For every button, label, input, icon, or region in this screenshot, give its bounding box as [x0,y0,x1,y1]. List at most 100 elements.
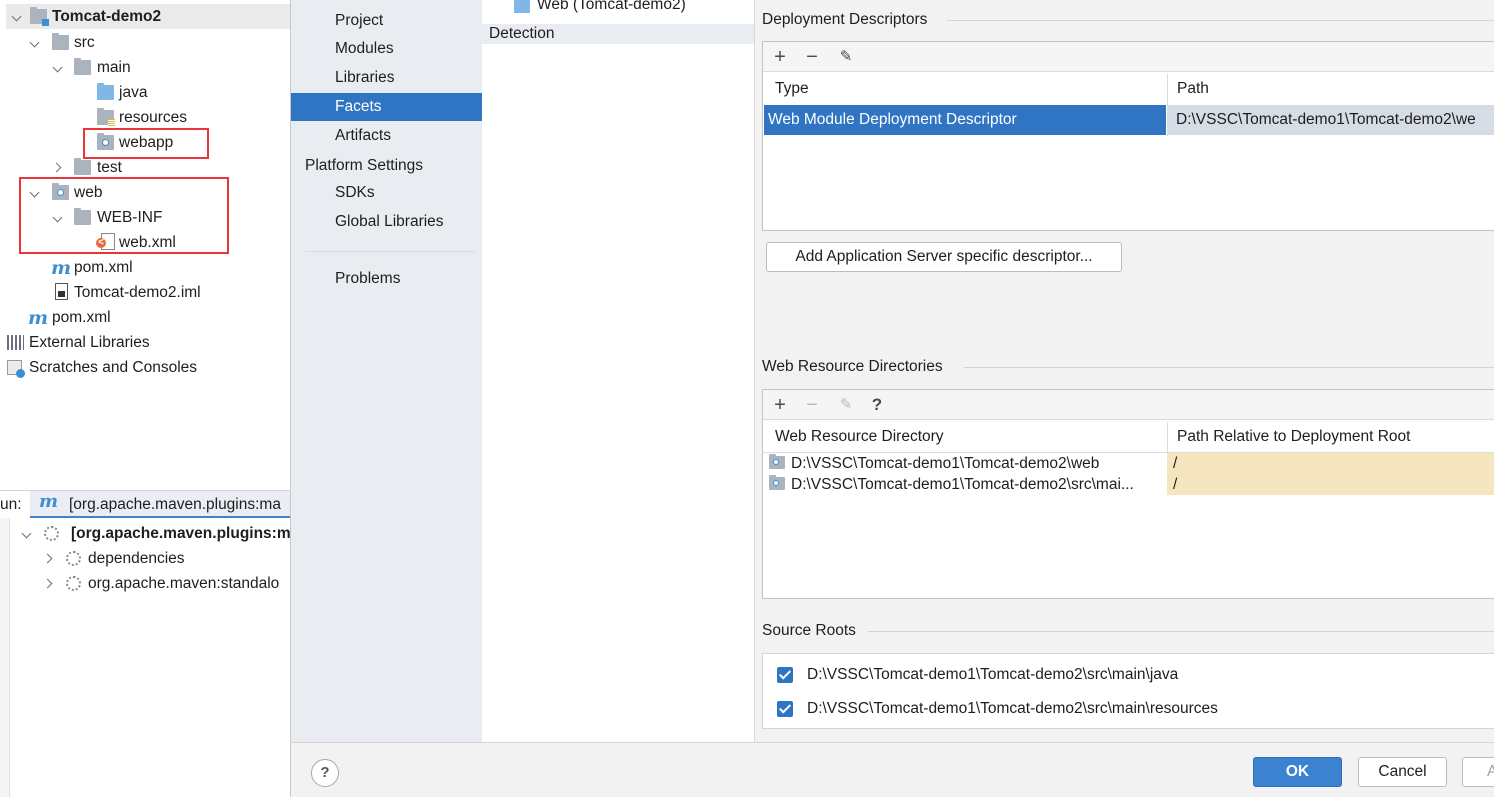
chevron-right-icon[interactable] [42,546,56,571]
tree-item-label: src [74,34,95,51]
sidebar-item-modules[interactable]: Modules [291,35,483,63]
descriptor-row-path[interactable]: D:\VSSC\Tomcat-demo1\Tomcat-demo2\we [1168,105,1494,135]
run-tab-bar: un: m [org.apache.maven.plugins:ma [0,490,290,518]
run-item-label: dependencies [88,550,185,567]
deployment-descriptors-table: + − ✎ Type Path Web Module Deployment De… [762,41,1494,231]
web-folder-icon [769,475,785,490]
iml-file-icon [55,283,68,300]
section-divider [868,631,1494,632]
column-header-path[interactable]: Path [1167,74,1494,104]
section-title-deployment-descriptors: Deployment Descriptors [762,11,928,28]
edit-pencil-icon[interactable]: ✎ [835,394,857,416]
apply-button[interactable]: A [1462,757,1494,787]
sidebar-item-artifacts[interactable]: Artifacts [291,122,483,150]
descriptor-row-type[interactable]: Web Module Deployment Descriptor [764,105,1166,135]
section-title-web-resource-directories: Web Resource Directories [762,358,943,375]
section-divider [947,20,1494,21]
section-title-source-roots: Source Roots [762,622,856,639]
column-header-resource-dir[interactable]: Web Resource Directory [763,422,1167,452]
libraries-icon [7,335,24,350]
source-root-path: D:\VSSC\Tomcat-demo1\Tomcat-demo2\src\ma… [807,666,1179,683]
settings-sidebar: Project Modules Libraries Facets Artifac… [290,0,483,742]
source-root-path: D:\VSSC\Tomcat-demo1\Tomcat-demo2\src\ma… [807,700,1218,717]
sidebar-item-problems[interactable]: Problems [291,265,483,293]
checkbox-checked[interactable] [777,701,793,717]
loading-spinner-icon [66,576,81,591]
add-icon[interactable]: + [769,46,791,68]
column-header-relative-path[interactable]: Path Relative to Deployment Root [1167,422,1494,452]
source-folder-icon [97,83,114,100]
run-root-label: [org.apache.maven.plugins:m [71,525,290,542]
tree-item-label: Scratches and Consoles [29,359,198,376]
maven-icon: m [51,257,72,279]
highlight-box-web [19,177,229,254]
folder-icon [74,58,91,75]
chevron-down-icon[interactable] [20,521,34,546]
sidebar-item-project[interactable]: Project [291,7,483,35]
tree-item-label: Tomcat-demo2.iml [74,284,201,301]
folder-icon [74,158,91,175]
remove-icon[interactable]: − [801,46,823,68]
sidebar-separator [305,251,475,252]
facets-list: Web (Tomcat-demo2) Detection [482,0,755,742]
edit-pencil-icon[interactable]: ✎ [835,46,857,68]
tree-item-label: java [119,84,148,101]
resource-toolbar: + − ✎ ? [763,390,1494,420]
scratches-icon [7,360,25,378]
resource-dir-path: D:\VSSC\Tomcat-demo1\Tomcat-demo2\src\ma… [791,476,1134,493]
chevron-down-icon[interactable] [51,55,65,80]
sidebar-heading-platform: Platform Settings [305,157,424,174]
column-divider [1167,422,1168,452]
tree-root-label: Tomcat-demo2 [52,8,162,25]
run-prefix-label: un: [0,496,22,513]
tree-root-row[interactable]: Tomcat-demo2 [6,4,290,29]
chevron-down-icon[interactable] [28,30,42,55]
sidebar-item-facets[interactable]: Facets [291,93,483,121]
facet-settings-content: Deployment Descriptors + − ✎ Type Path W… [755,0,1494,742]
help-button[interactable]: ? [311,759,339,787]
cancel-button[interactable]: Cancel [1358,757,1447,787]
web-facet-icon [514,0,530,13]
loading-spinner-icon [66,551,81,566]
module-folder-icon [30,7,49,26]
resource-relative-path: / [1167,474,1494,495]
add-server-descriptor-button[interactable]: Add Application Server specific descript… [766,242,1122,272]
tree-item-label: pom.xml [74,259,133,276]
run-tab[interactable]: m [org.apache.maven.plugins:ma [30,491,290,518]
section-divider [964,367,1494,368]
maven-icon: m [28,307,49,329]
chevron-down-icon[interactable] [10,4,24,29]
source-roots-list: D:\VSSC\Tomcat-demo1\Tomcat-demo2\src\ma… [762,653,1494,729]
tree-item-label: main [97,59,131,76]
maven-icon: m [39,491,59,512]
column-header-type[interactable]: Type [763,74,1167,104]
resource-dir-path: D:\VSSC\Tomcat-demo1\Tomcat-demo2\web [791,455,1100,472]
resource-row[interactable]: D:\VSSC\Tomcat-demo1\Tomcat-demo2\web / [763,453,1494,474]
checkbox-checked[interactable] [777,667,793,683]
tree-item-label: pom.xml [52,309,111,326]
add-icon[interactable]: + [769,394,791,416]
help-icon[interactable]: ? [866,394,888,416]
run-item-label: org.apache.maven:standalo [88,575,280,592]
sidebar-item-sdks[interactable]: SDKs [291,179,483,207]
folder-icon [52,33,69,50]
resources-folder-icon [97,108,115,126]
sidebar-item-global-libraries[interactable]: Global Libraries [291,208,483,236]
resource-relative-path: / [1167,453,1494,474]
web-folder-icon [769,454,785,469]
project-tree-panel: Tomcat-demo2 src main java resources web… [0,0,290,797]
resource-row[interactable]: D:\VSSC\Tomcat-demo1\Tomcat-demo2\src\ma… [763,474,1494,495]
chevron-right-icon[interactable] [42,571,56,596]
facet-item-label: Web (Tomcat-demo2) [537,0,686,13]
dialog-button-bar: ? OK Cancel A [290,742,1494,797]
run-toolbar-strip [0,518,10,797]
run-tab-label: [org.apache.maven.plugins:ma [69,496,281,513]
tree-item-label: resources [119,109,188,126]
web-resource-directories-table: + − ✎ ? Web Resource Directory Path Rela… [762,389,1494,599]
remove-icon[interactable]: − [801,394,823,416]
ok-button[interactable]: OK [1253,757,1342,787]
facet-item-detection[interactable]: Detection [482,24,754,44]
loading-spinner-icon [44,526,59,541]
sidebar-item-libraries[interactable]: Libraries [291,64,483,92]
descriptor-toolbar: + − ✎ [763,42,1494,72]
